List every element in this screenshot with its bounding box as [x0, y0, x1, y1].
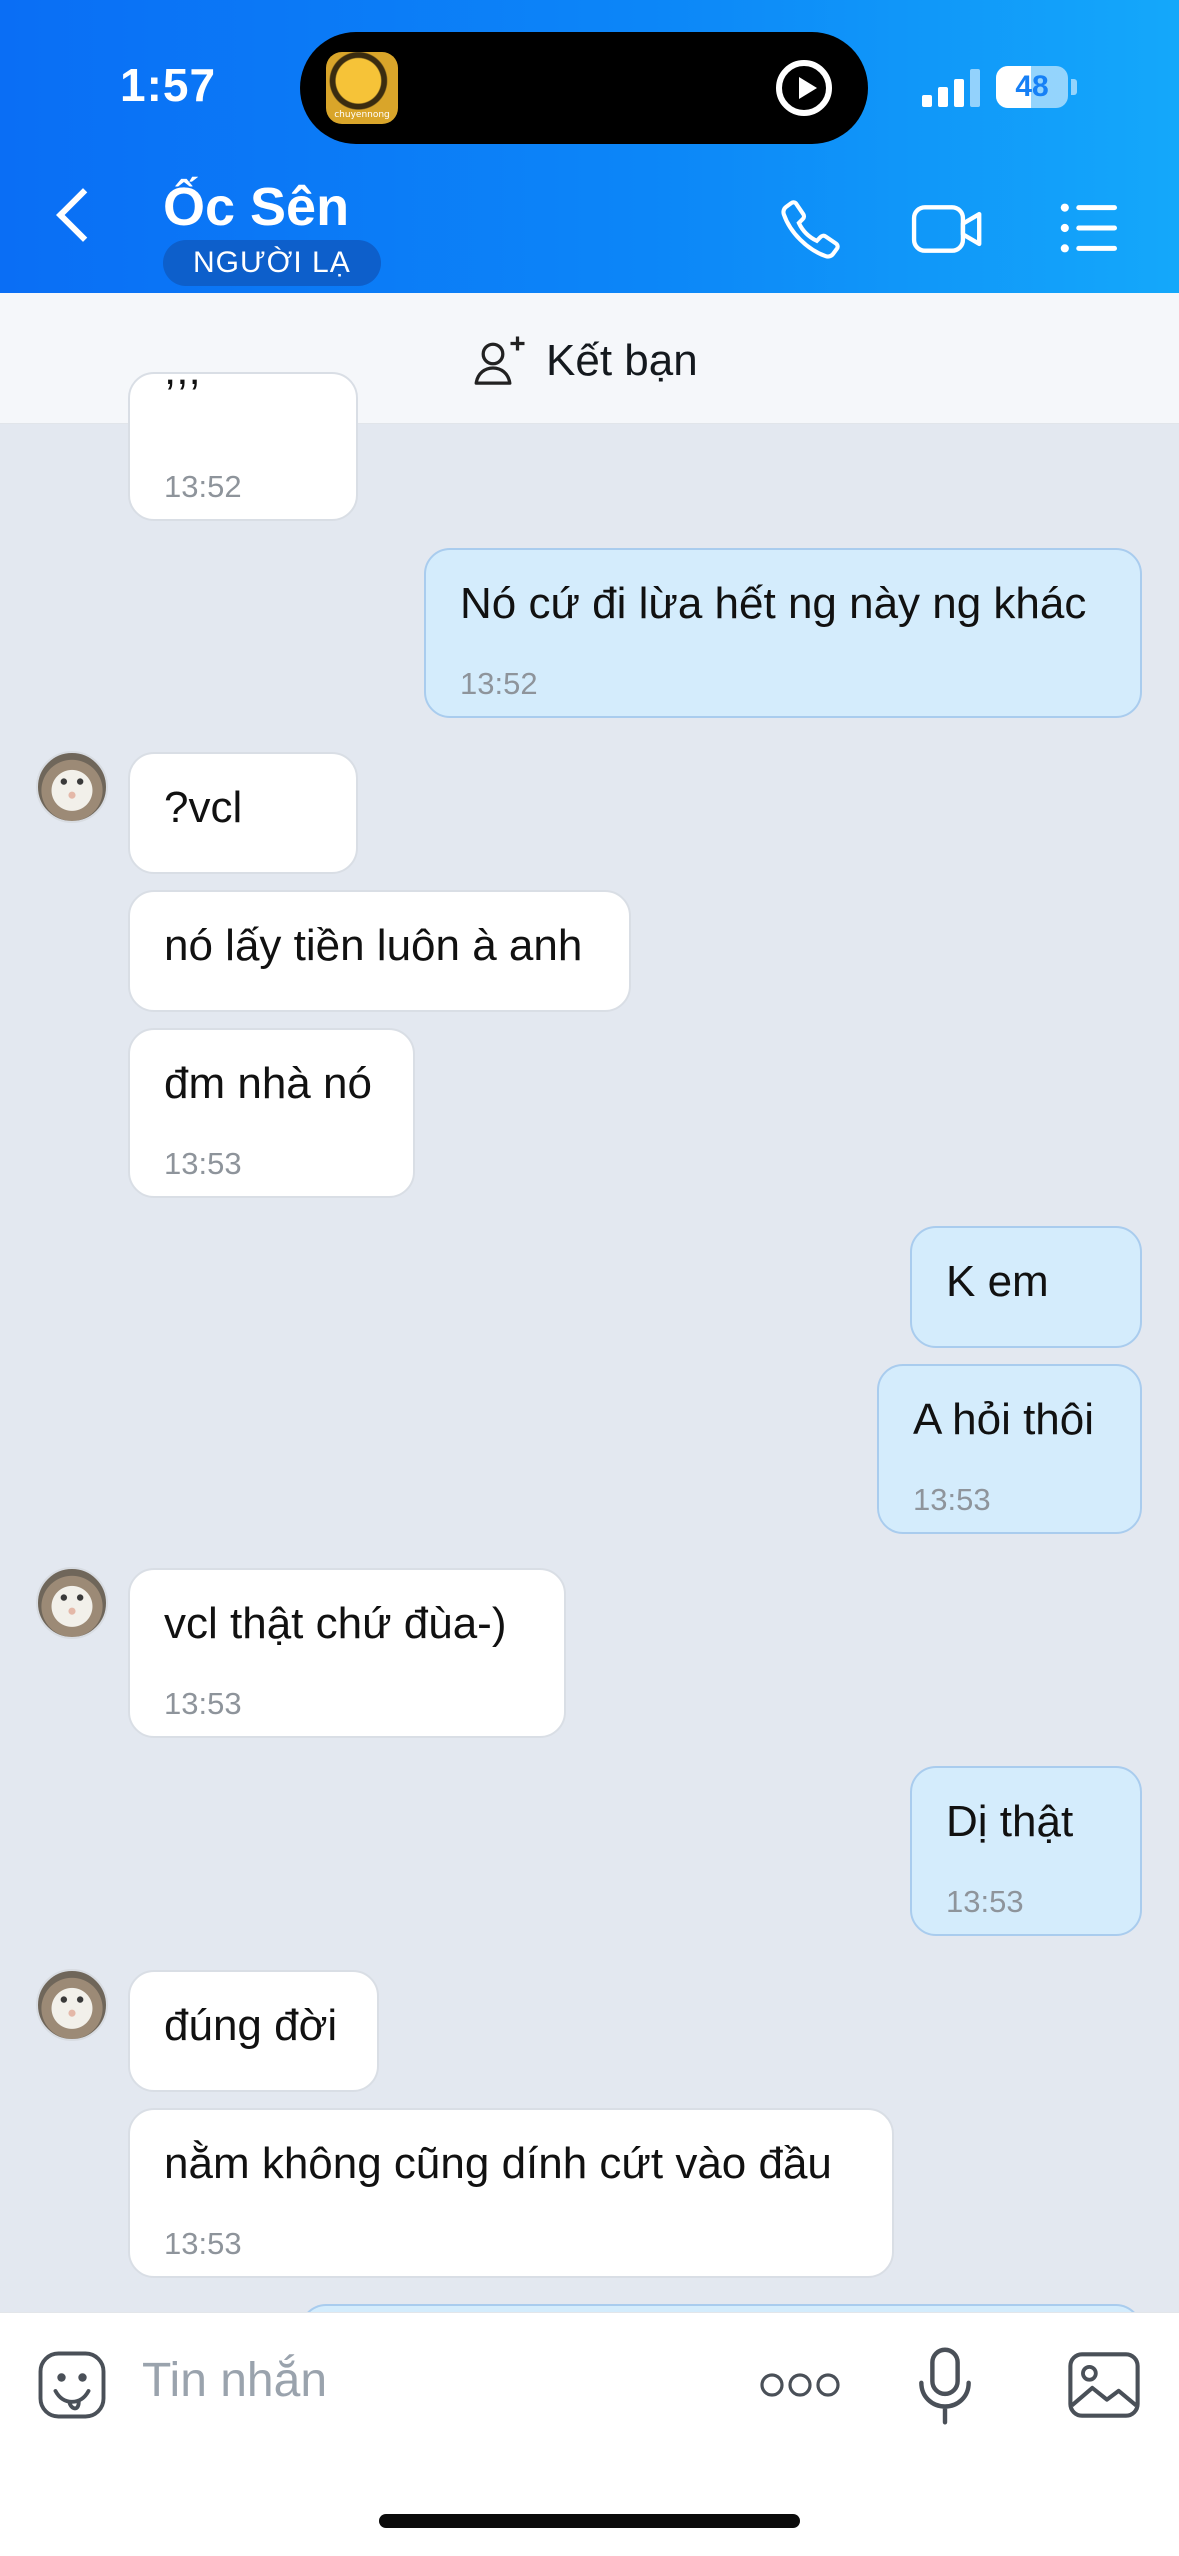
add-friend-label: Kết bạn	[546, 336, 698, 385]
message-text: ?vcl	[164, 783, 243, 832]
avatar[interactable]	[36, 751, 108, 823]
image-icon[interactable]	[1066, 2349, 1142, 2421]
contact-name[interactable]: Ốc Sên	[163, 176, 349, 238]
message-time: 13:52	[460, 665, 538, 701]
message-bubble-incoming[interactable]: ?vcl	[128, 752, 358, 874]
more-icon[interactable]	[758, 2369, 842, 2401]
message-text: A hỏi thôi	[913, 1395, 1095, 1444]
avatar[interactable]	[36, 1969, 108, 2041]
message-text: đm nhà nó	[164, 1059, 372, 1108]
avatar[interactable]	[36, 1567, 108, 1639]
now-playing-art-label: chuyennong	[334, 110, 390, 120]
signal-icon	[922, 67, 980, 107]
message-bubble-incoming[interactable]: đm nhà nó 13:53	[128, 1028, 415, 1198]
message-bubble-outgoing[interactable]: Dị thật 13:53	[910, 1766, 1142, 1936]
message-time: 13:53	[164, 1145, 242, 1181]
message-bubble-incoming[interactable]: đúng đời	[128, 1970, 379, 2092]
message-time: 13:53	[946, 1883, 1024, 1919]
add-friend-button[interactable]: Kết bạn	[472, 333, 698, 389]
message-text: nằm không cũng dính cứt vào đầu	[164, 2139, 832, 2188]
chat-header: 1:57 chuyennong 48 Ốc Sên NGƯỜI LẠ	[0, 0, 1179, 293]
play-circle-icon[interactable]	[776, 60, 832, 116]
add-user-icon	[474, 336, 525, 385]
message-text: Nó cứ đi lừa hết ng này ng khác	[460, 579, 1087, 628]
sticker-icon[interactable]	[36, 2349, 108, 2421]
battery-icon: 48	[996, 66, 1068, 108]
dynamic-island[interactable]: chuyennong	[300, 32, 868, 144]
message-time: 13:52	[164, 468, 242, 504]
video-call-icon[interactable]	[910, 196, 986, 262]
message-bubble-outgoing[interactable]: K em	[910, 1226, 1142, 1348]
phone-icon[interactable]	[778, 196, 844, 262]
message-bubble-incoming[interactable]: vcl thật chứ đùa-) 13:53	[128, 1568, 566, 1738]
message-text: nó lấy tiền luôn à anh	[164, 921, 583, 970]
microphone-icon[interactable]	[912, 2345, 978, 2427]
battery-cap	[1071, 79, 1077, 95]
message-bubble-incoming[interactable]: ;;; 13:52	[128, 372, 358, 521]
message-text: vcl thật chứ đùa-)	[164, 1599, 507, 1648]
message-bubble-outgoing[interactable]: A hỏi thôi 13:53	[877, 1364, 1142, 1534]
message-bubble-incoming[interactable]: nằm không cũng dính cứt vào đầu 13:53	[128, 2108, 894, 2278]
list-menu-icon[interactable]	[1058, 200, 1120, 256]
message-time: 13:53	[164, 1685, 242, 1721]
home-indicator[interactable]	[379, 2514, 800, 2528]
battery-level: 48	[1015, 70, 1049, 103]
now-playing-artwork: chuyennong	[326, 52, 398, 124]
message-time: 13:53	[164, 2225, 242, 2261]
message-bubble-incoming[interactable]: nó lấy tiền luôn à anh	[128, 890, 631, 1012]
message-bubble-outgoing[interactable]: Nó cứ đi lừa hết ng này ng khác 13:52	[424, 548, 1142, 718]
message-text: K em	[946, 1257, 1049, 1306]
message-input[interactable]: Tin nhắn	[142, 2353, 327, 2408]
message-text: ;;;	[164, 374, 201, 397]
back-chevron-icon[interactable]	[56, 188, 110, 242]
message-text: Dị thật	[946, 1797, 1074, 1846]
message-time: 13:53	[913, 1481, 991, 1517]
status-time: 1:57	[120, 59, 217, 111]
message-text: đúng đời	[164, 2001, 338, 2050]
stranger-badge: NGƯỜI LẠ	[163, 240, 381, 286]
